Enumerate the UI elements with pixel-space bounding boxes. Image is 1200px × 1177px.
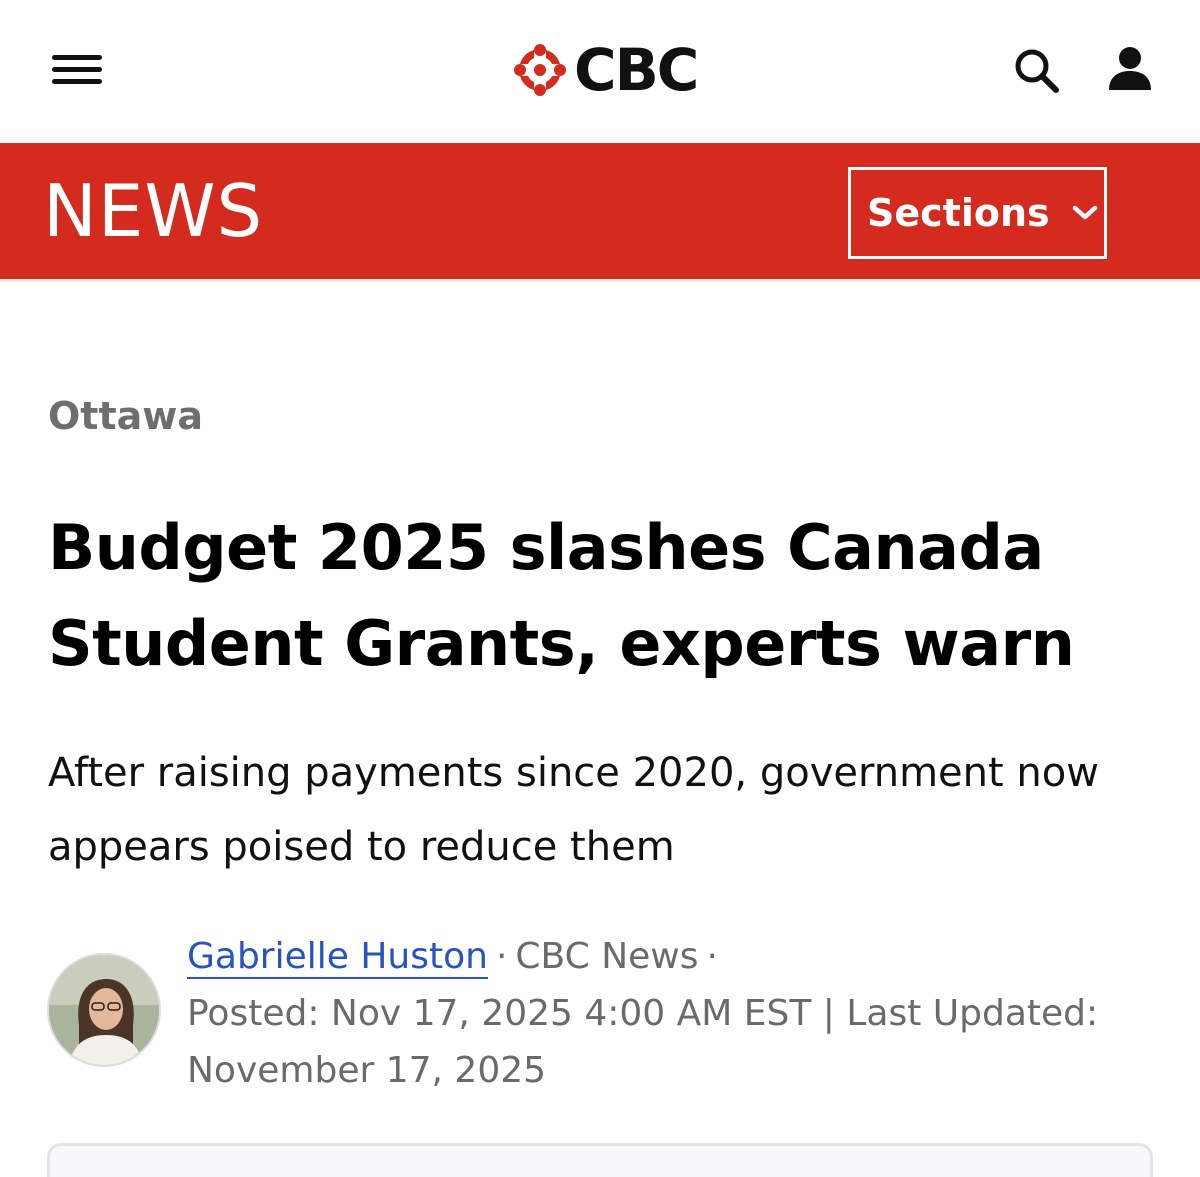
chevron-down-icon	[1072, 205, 1097, 220]
article-byline: Gabrielle Huston · CBC News · Posted: Nov 1…	[187, 928, 1177, 1099]
search-icon[interactable]	[1010, 44, 1062, 96]
news-title[interactable]: NEWS	[43, 171, 263, 251]
logo-wordmark: CBC	[574, 36, 699, 104]
news-section-bar: NEWS Sections	[0, 143, 1200, 282]
article-headline: Budget 2025 slashes Canada Student Grant…	[48, 511, 1075, 680]
top-navigation-bar: CBC	[0, 0, 1200, 143]
hamburger-menu-icon[interactable]	[52, 52, 104, 88]
cbc-logo[interactable]: CBC	[512, 36, 699, 104]
author-link[interactable]: Gabrielle Huston	[187, 936, 488, 979]
byline-outlet: CBC News	[515, 936, 699, 977]
section-tag[interactable]: Ottawa	[48, 393, 203, 439]
byline-separator: ·	[706, 936, 718, 977]
article-deck: After raising payments since 2020, gover…	[48, 750, 1099, 870]
author-avatar[interactable]	[47, 953, 161, 1067]
publish-timestamp: Posted: Nov 17, 2025 4:00 AM EST | Last …	[187, 993, 1099, 1091]
user-account-icon[interactable]	[1104, 42, 1156, 94]
byline-separator: ·	[495, 936, 508, 977]
sections-dropdown-button[interactable]: Sections	[848, 167, 1107, 259]
cbc-gem-logo	[514, 44, 566, 96]
content-card	[47, 1143, 1153, 1177]
sections-label: Sections	[867, 191, 1050, 235]
